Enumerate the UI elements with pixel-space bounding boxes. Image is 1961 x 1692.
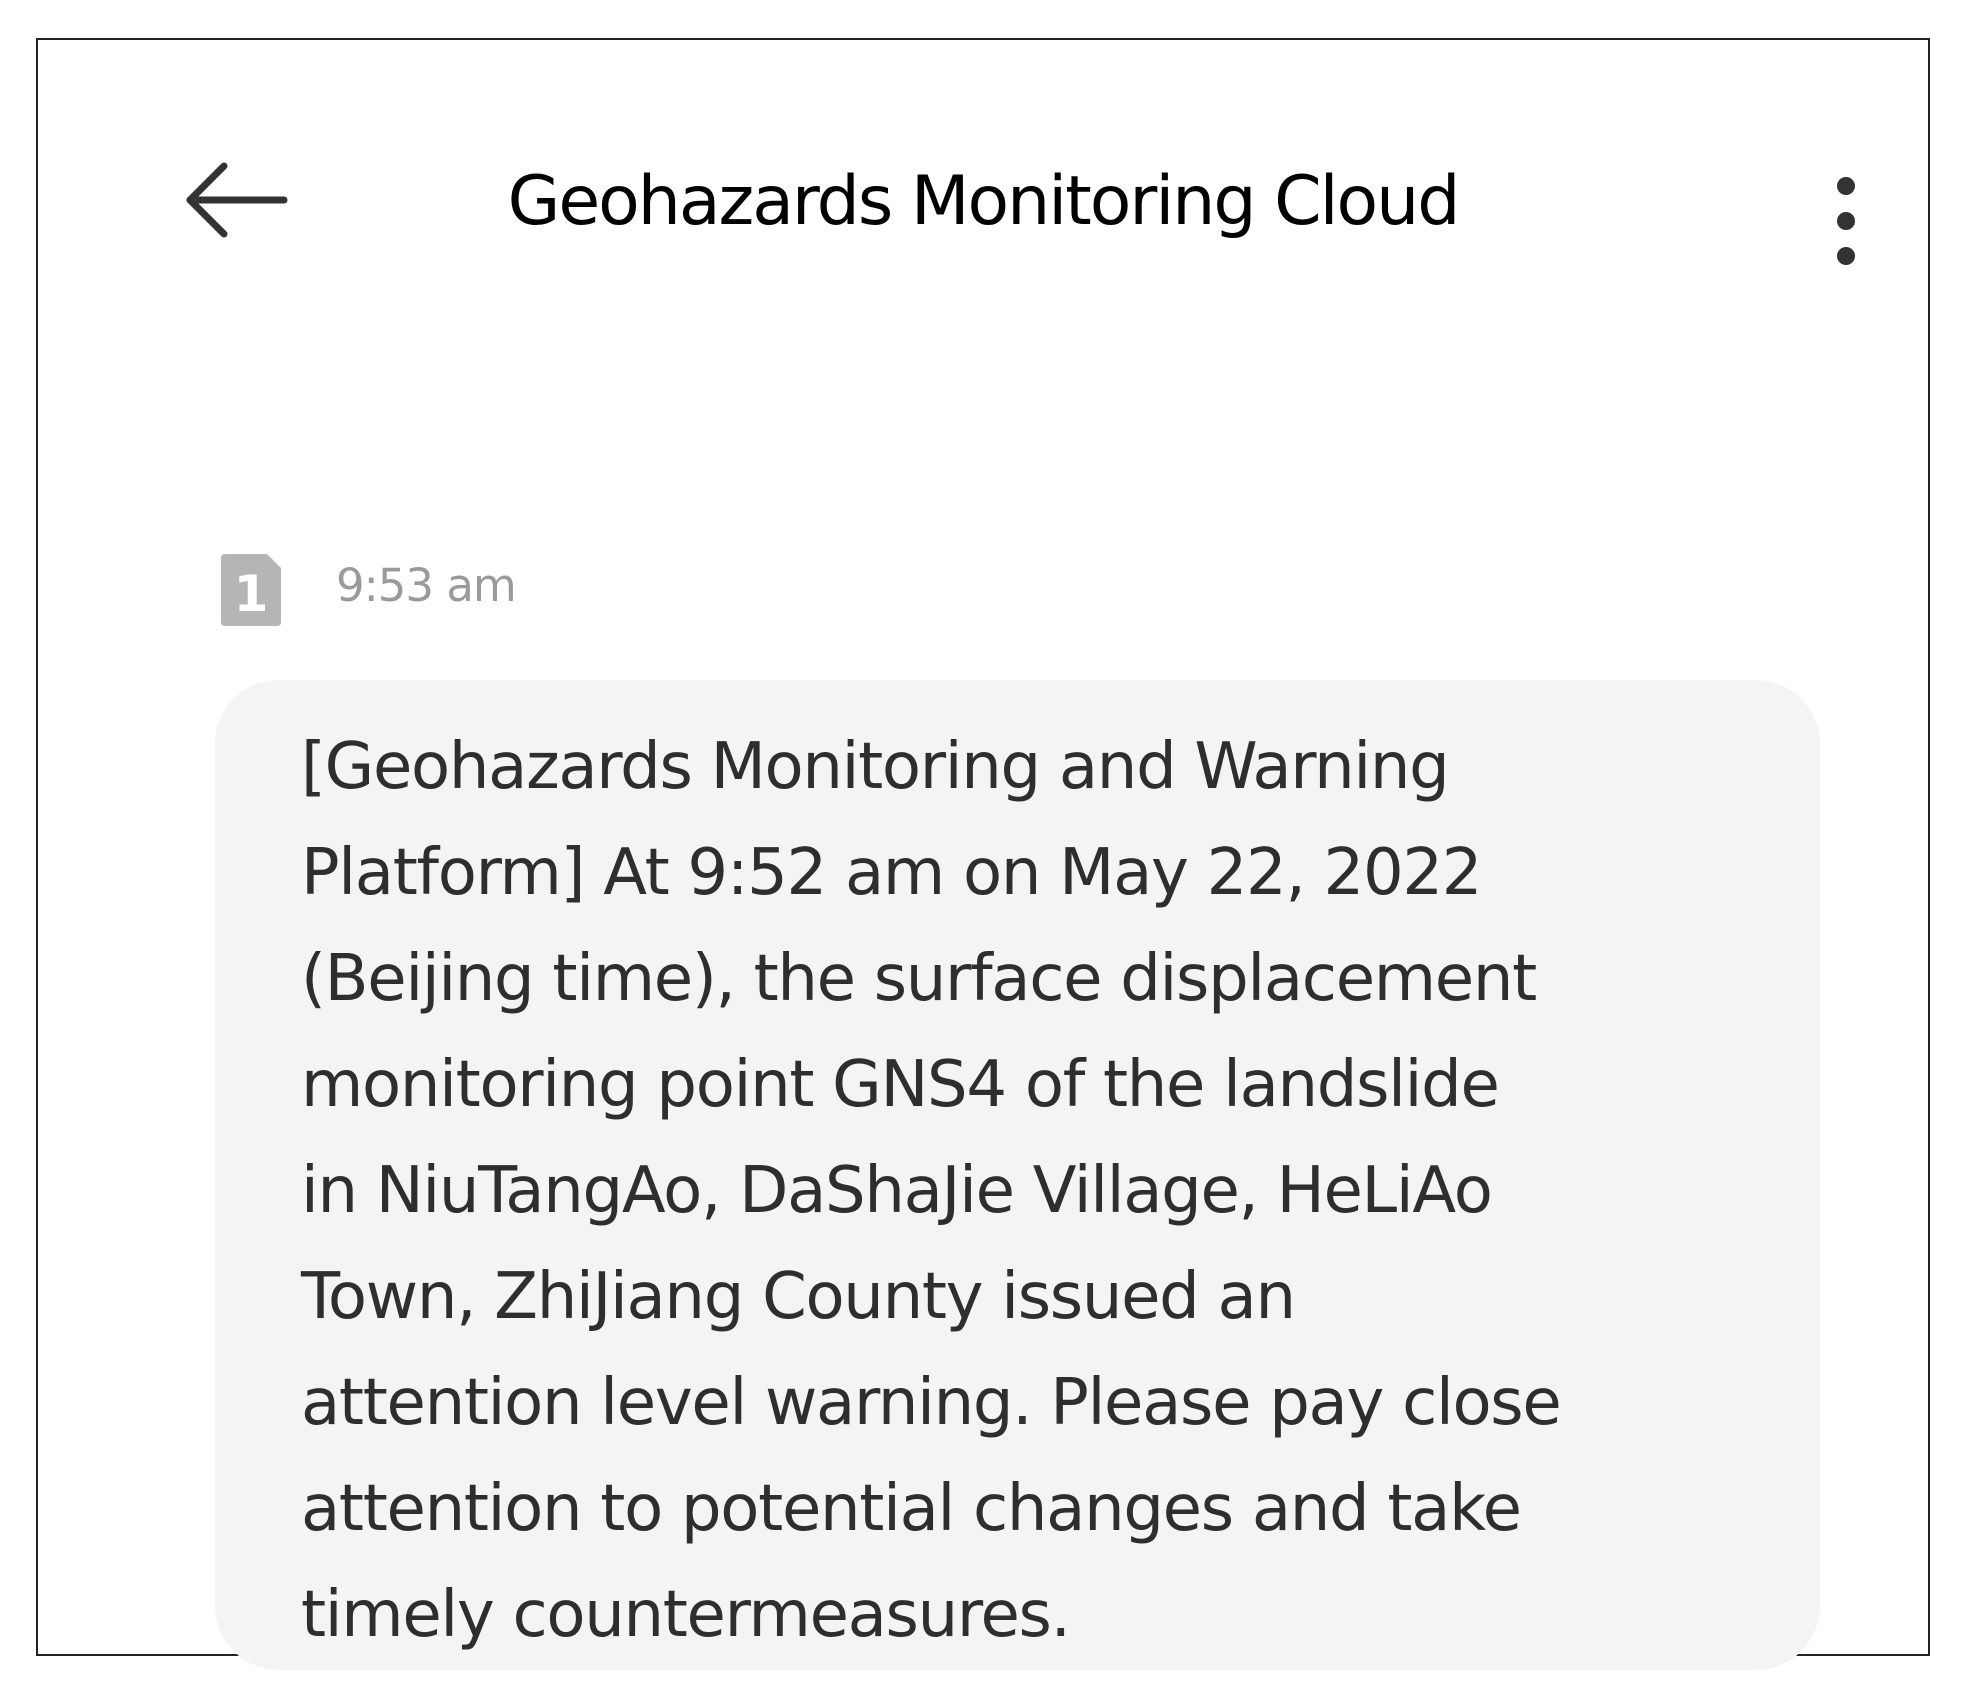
message-timestamp: 9:53 am bbox=[336, 559, 517, 612]
more-vertical-icon bbox=[1828, 175, 1864, 267]
message-line: monitoring point GNS4 of the landslide bbox=[301, 1048, 1500, 1122]
message-line: attention level warning. Please pay clos… bbox=[301, 1366, 1562, 1440]
message-line: in NiuTangAo, DaShaJie Village, HeLiAo bbox=[301, 1154, 1493, 1228]
more-options-button[interactable] bbox=[1828, 175, 1864, 267]
message-line: timely countermeasures. bbox=[301, 1578, 1071, 1652]
message-line: attention to potential changes and take bbox=[301, 1472, 1522, 1546]
message-line: Town, ZhiJiang County issued an bbox=[301, 1260, 1296, 1334]
message-bubble[interactable]: [Geohazards Monitoring and Warning Platfo… bbox=[215, 680, 1820, 1670]
message-line: (Beijing time), the surface displacement bbox=[301, 942, 1537, 1016]
sim-1-icon: 1 bbox=[221, 554, 281, 626]
message-line: [Geohazards Monitoring and Warning bbox=[301, 730, 1450, 804]
message-line: Platform] At 9:52 am on May 22, 2022 bbox=[301, 836, 1483, 910]
conversation-title: Geohazards Monitoring Cloud bbox=[507, 162, 1461, 241]
message-text: [Geohazards Monitoring and Warning Platfo… bbox=[301, 714, 1780, 1668]
phone-screen-frame: Geohazards Monitoring Cloud 1 9:53 am [G… bbox=[36, 38, 1930, 1670]
sim-label: 1 bbox=[234, 565, 269, 623]
